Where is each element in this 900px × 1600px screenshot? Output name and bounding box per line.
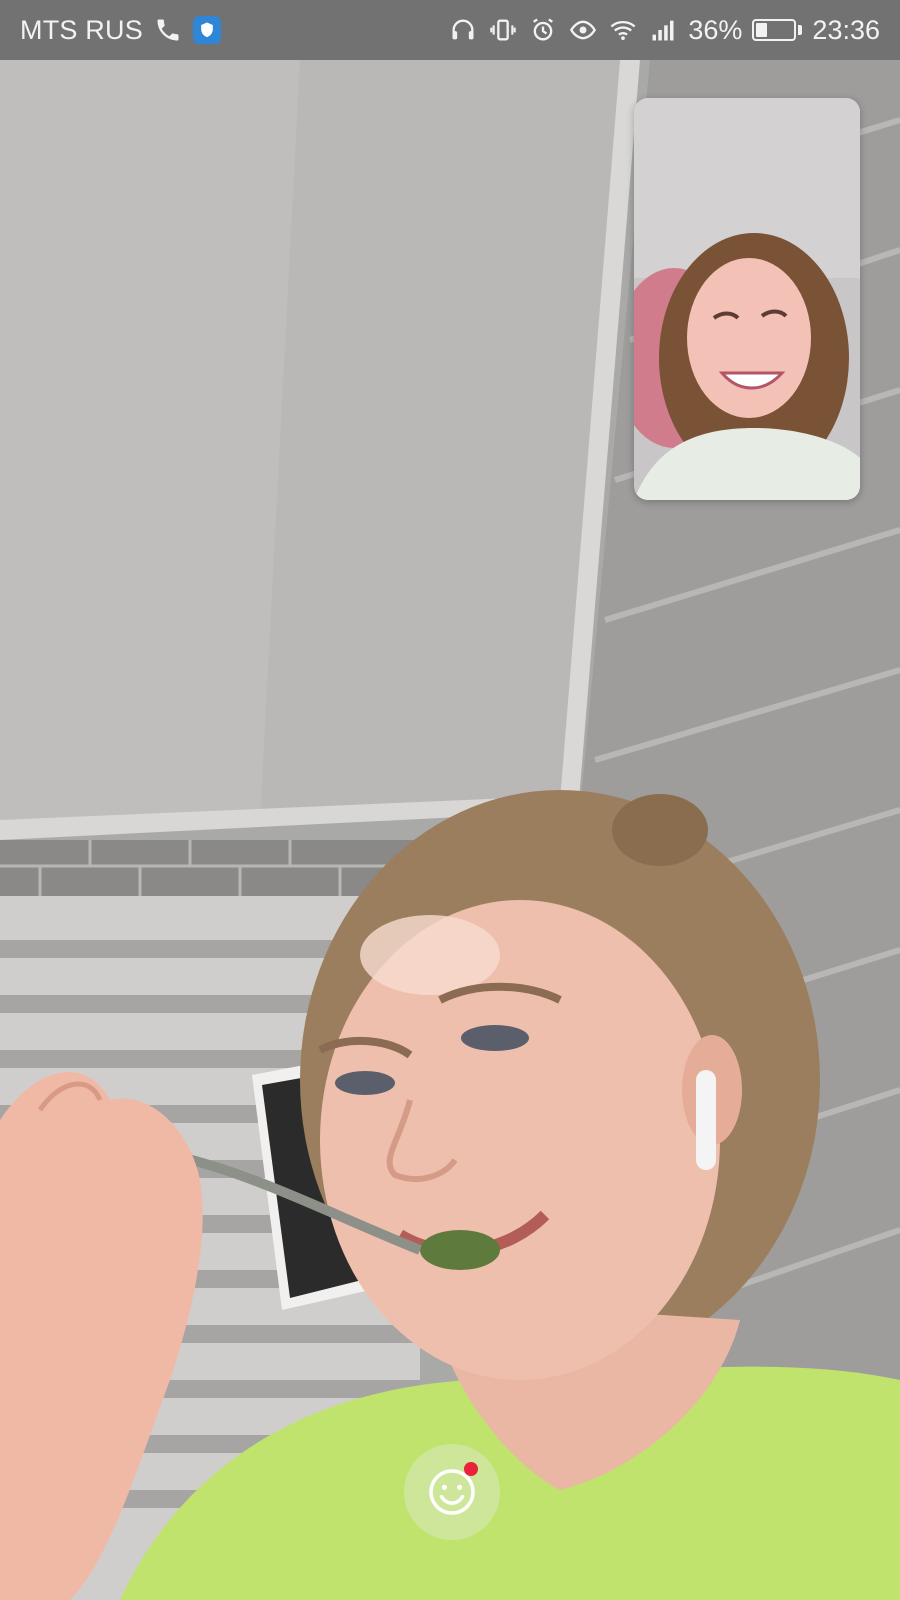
headphones-icon bbox=[448, 15, 478, 45]
status-bar-right: 36% 23:36 bbox=[448, 15, 880, 46]
self-video-frame bbox=[634, 98, 860, 500]
eye-icon bbox=[568, 15, 598, 45]
signal-icon bbox=[648, 15, 678, 45]
status-bar-left: MTS RUS bbox=[20, 15, 221, 46]
self-video[interactable] bbox=[634, 98, 860, 500]
video-call-screen: MTS RUS 36% 23:36 bbox=[0, 0, 900, 1600]
battery-body bbox=[752, 19, 797, 41]
battery-icon bbox=[752, 19, 803, 41]
wifi-icon bbox=[608, 15, 638, 45]
notification-dot bbox=[464, 1462, 478, 1476]
shield-icon bbox=[192, 16, 221, 44]
alarm-icon bbox=[528, 15, 558, 45]
battery-fill bbox=[756, 23, 767, 37]
status-bar: MTS RUS 36% 23:36 bbox=[0, 0, 900, 60]
battery-percent: 36% bbox=[688, 14, 743, 45]
clock: 23:36 bbox=[812, 14, 880, 45]
phone-icon bbox=[153, 15, 183, 45]
vibrate-icon bbox=[488, 15, 518, 45]
effects-button[interactable] bbox=[404, 1444, 500, 1540]
battery-tip bbox=[798, 25, 803, 35]
carrier-name: MTS RUS bbox=[20, 14, 143, 45]
